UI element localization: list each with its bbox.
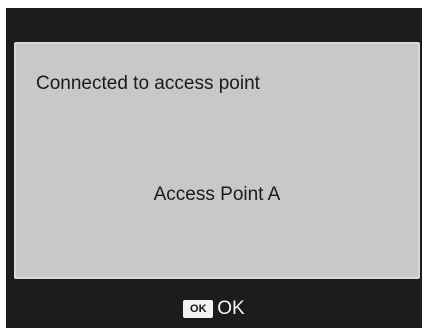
ok-button-label: OK: [217, 298, 245, 319]
connection-dialog: Connected to access point Access Point A: [14, 42, 420, 279]
ok-button[interactable]: OK OK: [6, 290, 422, 328]
access-point-name: Access Point A: [153, 184, 281, 205]
ok-key-icon: OK: [183, 300, 214, 318]
camera-screen: Connected to access point Access Point A…: [0, 0, 430, 328]
connection-status-message: Connected to access point: [36, 73, 260, 94]
